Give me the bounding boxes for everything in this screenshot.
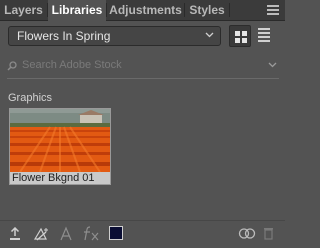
list-view-icon xyxy=(258,28,270,30)
library-dropdown[interactable]: Flowers In Spring xyxy=(8,26,221,46)
graphic-item-label: Flower Bkgnd 01 xyxy=(10,172,110,184)
list-view-button[interactable] xyxy=(258,28,272,44)
library-dropdown-value: Flowers In Spring xyxy=(17,29,111,43)
panel-tab-bar: Layers Libraries Adjustments Styles xyxy=(0,0,285,21)
trash-icon[interactable] xyxy=(263,227,274,240)
tab-layers[interactable]: Layers xyxy=(0,0,47,20)
text-style-icon[interactable] xyxy=(60,226,72,241)
search-input[interactable]: Search Adobe Stock xyxy=(22,59,122,71)
panel-menu-icon[interactable] xyxy=(267,5,279,15)
chevron-down-icon xyxy=(205,32,214,38)
tab-divider xyxy=(229,3,230,17)
creative-cloud-icon[interactable] xyxy=(238,227,256,240)
panel-bottom-toolbar xyxy=(0,220,285,248)
libraries-panel: Layers Libraries Adjustments Styles Flow… xyxy=(0,0,285,248)
layer-style-icon[interactable] xyxy=(83,226,99,241)
add-content-icon[interactable] xyxy=(33,227,49,241)
grid-view-button[interactable] xyxy=(229,25,251,47)
stock-search-field[interactable]: Search Adobe Stock xyxy=(7,58,279,74)
foreground-color-swatch[interactable] xyxy=(109,226,123,240)
search-icon xyxy=(7,61,17,71)
graphic-item[interactable]: Flower Bkgnd 01 xyxy=(9,108,111,185)
upload-icon[interactable] xyxy=(9,227,21,241)
graphics-section-title: Graphics xyxy=(8,92,53,104)
tab-styles[interactable]: Styles xyxy=(185,0,229,20)
grid-view-icon xyxy=(235,31,240,36)
flower-field-thumbnail xyxy=(10,109,110,172)
search-divider xyxy=(7,78,279,79)
tab-libraries[interactable]: Libraries xyxy=(48,0,106,21)
tab-adjustments[interactable]: Adjustments xyxy=(107,0,184,20)
chevron-down-icon[interactable] xyxy=(268,62,277,68)
